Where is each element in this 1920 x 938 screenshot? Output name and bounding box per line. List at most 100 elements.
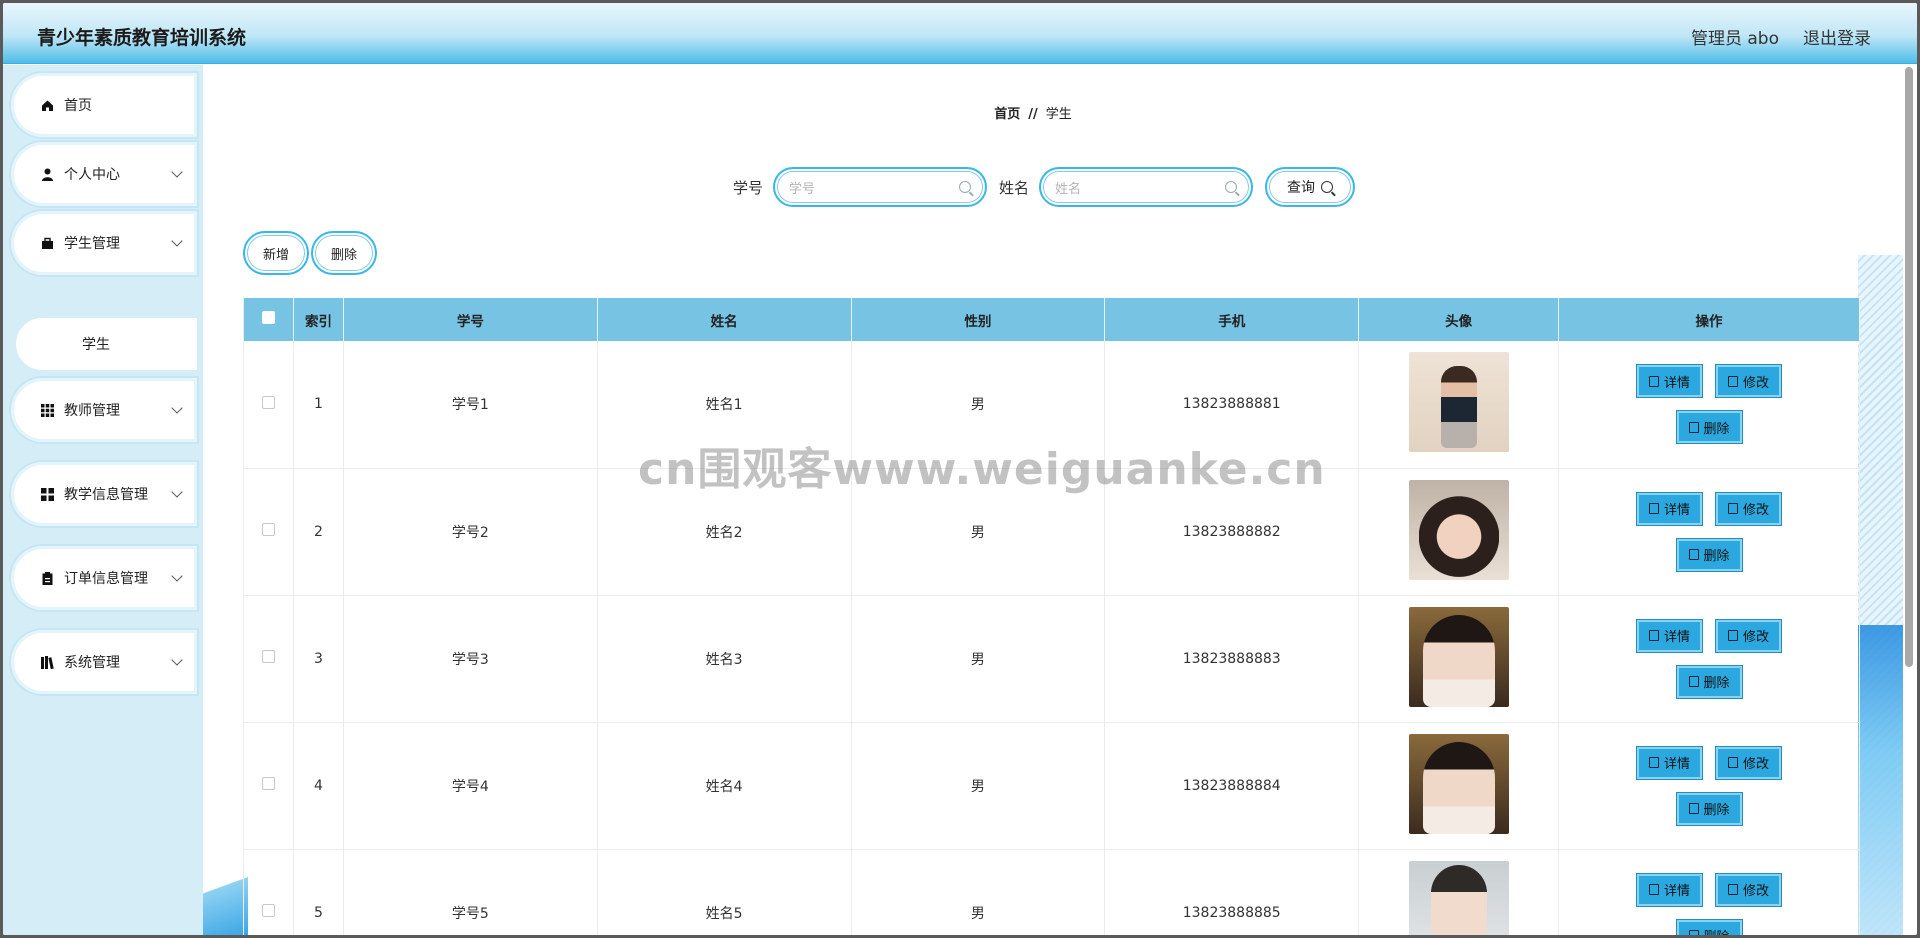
column-header[interactable]: 操作 bbox=[1558, 298, 1860, 341]
row-checkbox[interactable] bbox=[261, 650, 275, 663]
delete-button[interactable]: 删除 bbox=[1675, 410, 1743, 445]
row-checkbox[interactable] bbox=[261, 523, 275, 536]
column-header[interactable]: 头像 bbox=[1358, 298, 1560, 341]
vertical-scrollbar[interactable] bbox=[1905, 67, 1913, 667]
apps-icon bbox=[41, 487, 54, 501]
column-header[interactable]: 索引 bbox=[293, 298, 344, 341]
column-header[interactable]: 手机 bbox=[1104, 298, 1360, 341]
logout-link[interactable]: 退出登录 bbox=[1803, 24, 1871, 49]
clipboard-icon bbox=[41, 571, 54, 585]
detail-button[interactable]: 详情 bbox=[1636, 491, 1704, 526]
student-table: 索引 学号 姓名 性别 手机 头像 操作 1 学号1 姓名1 男 1382388… bbox=[243, 298, 1860, 935]
row-checkbox[interactable] bbox=[261, 395, 275, 409]
sidebar-item-profile[interactable]: 个人中心 bbox=[11, 142, 197, 206]
delete-button[interactable]: 删除 bbox=[1675, 537, 1743, 572]
detail-button[interactable]: 详情 bbox=[1636, 618, 1704, 653]
sidebar-item-student-mgmt[interactable]: 学生管理 bbox=[11, 211, 197, 275]
breadcrumb-separator: // bbox=[1028, 107, 1038, 122]
delete-button[interactable]: 删除 bbox=[1675, 918, 1743, 935]
row-checkbox[interactable] bbox=[261, 777, 275, 790]
detail-label: 详情 bbox=[1664, 757, 1691, 772]
edit-button[interactable]: 修改 bbox=[1715, 745, 1783, 780]
detail-label: 详情 bbox=[1664, 503, 1691, 518]
cell-student-id: 学号2 bbox=[343, 468, 598, 596]
edit-button[interactable]: 修改 bbox=[1715, 618, 1783, 653]
sidebar-item-teaching-info[interactable]: 教学信息管理 bbox=[11, 462, 197, 526]
current-user-label[interactable]: 管理员 abo bbox=[1691, 24, 1779, 49]
row-actions: 详情 修改 删除 bbox=[1624, 491, 1794, 572]
avatar[interactable] bbox=[1408, 479, 1509, 580]
cell-name: 姓名3 bbox=[597, 595, 852, 723]
sidebar-item-system[interactable]: 系统管理 bbox=[11, 630, 197, 694]
avatar[interactable] bbox=[1408, 860, 1509, 935]
avatar[interactable] bbox=[1408, 352, 1509, 453]
sidebar-subitem-student[interactable]: 学生 bbox=[16, 318, 197, 370]
detail-button[interactable]: 详情 bbox=[1636, 745, 1704, 780]
delete-button[interactable]: 删除 bbox=[1675, 791, 1743, 826]
cell-index: 1 bbox=[293, 341, 344, 469]
detail-label: 详情 bbox=[1664, 884, 1691, 899]
select-all-checkbox[interactable] bbox=[261, 311, 275, 324]
delete-label: 删除 bbox=[1703, 803, 1730, 818]
search-bar: 学号 学号 姓名 姓名 查询 bbox=[733, 167, 1356, 207]
column-header[interactable]: 性别 bbox=[851, 298, 1106, 341]
delete-button[interactable]: 删除 bbox=[1675, 664, 1743, 699]
sidebar-item-teacher-mgmt[interactable]: 教师管理 bbox=[11, 378, 197, 442]
action-buttons: 新增 删除 bbox=[243, 231, 377, 275]
sidebar-item-label: 教师管理 bbox=[64, 403, 120, 419]
cell-name: 姓名4 bbox=[597, 722, 852, 850]
cell-index: 4 bbox=[293, 722, 344, 850]
cell-index: 3 bbox=[293, 595, 344, 723]
document-icon bbox=[1649, 503, 1659, 514]
detail-button[interactable]: 详情 bbox=[1636, 364, 1704, 399]
name-label: 姓名 bbox=[999, 178, 1030, 197]
row-checkbox[interactable] bbox=[261, 904, 275, 917]
detail-label: 详情 bbox=[1664, 375, 1691, 391]
name-input[interactable]: 姓名 bbox=[1039, 167, 1254, 207]
sidebar-item-label: 个人中心 bbox=[64, 167, 120, 183]
avatar[interactable] bbox=[1408, 733, 1509, 834]
trash-icon bbox=[1688, 930, 1699, 935]
home-icon bbox=[41, 99, 54, 112]
edit-button[interactable]: 修改 bbox=[1715, 491, 1783, 526]
sidebar-item-label: 学生管理 bbox=[64, 236, 120, 252]
column-header[interactable]: 姓名 bbox=[597, 298, 852, 341]
select-all-cell bbox=[243, 298, 294, 341]
cell-phone: 13823888884 bbox=[1104, 722, 1360, 850]
cell-gender: 男 bbox=[851, 595, 1106, 723]
sidebar-item-order-info[interactable]: 订单信息管理 bbox=[11, 546, 197, 610]
main-content: 首页//学生 学号 学号 姓名 姓名 查询 新增 删除 索引 学号 姓名 性别 … bbox=[203, 65, 1903, 935]
query-button[interactable]: 查询 bbox=[1265, 167, 1356, 207]
cell-student-id: 学号5 bbox=[343, 849, 598, 935]
query-button-label: 查询 bbox=[1287, 180, 1316, 196]
avatar[interactable] bbox=[1408, 606, 1509, 707]
header-actions: 管理员 abo 退出登录 bbox=[1691, 24, 1871, 49]
edit-button[interactable]: 修改 bbox=[1715, 364, 1783, 399]
cell-index: 2 bbox=[293, 468, 344, 596]
table-row: 5 学号5 姓名5 男 13823888885 详情 修改 删除 bbox=[243, 849, 1860, 935]
document-icon bbox=[1649, 757, 1659, 768]
cell-phone: 13823888885 bbox=[1104, 849, 1360, 935]
breadcrumb-home[interactable]: 首页 bbox=[994, 107, 1020, 122]
search-icon bbox=[1225, 181, 1238, 193]
search-icon bbox=[959, 181, 972, 193]
cell-gender: 男 bbox=[851, 849, 1106, 935]
sidebar-item-home[interactable]: 首页 bbox=[11, 73, 197, 137]
detail-button[interactable]: 详情 bbox=[1636, 872, 1704, 907]
edit-button[interactable]: 修改 bbox=[1715, 872, 1783, 907]
student-id-input[interactable]: 学号 bbox=[773, 167, 988, 207]
table-row: 3 学号3 姓名3 男 13823888883 详情 修改 删除 bbox=[243, 595, 1860, 723]
batch-delete-button[interactable]: 删除 bbox=[311, 231, 377, 275]
detail-label: 详情 bbox=[1664, 630, 1691, 645]
name-placeholder: 姓名 bbox=[1055, 181, 1082, 197]
chevron-down-icon bbox=[171, 654, 183, 666]
add-button[interactable]: 新增 bbox=[243, 231, 309, 275]
delete-label: 删除 bbox=[1703, 421, 1730, 437]
cell-student-id: 学号3 bbox=[343, 595, 598, 723]
edit-label: 修改 bbox=[1743, 375, 1770, 391]
document-icon bbox=[1649, 884, 1659, 895]
cell-phone: 13823888883 bbox=[1104, 595, 1360, 723]
sidebar-item-label: 系统管理 bbox=[64, 655, 120, 671]
column-header[interactable]: 学号 bbox=[343, 298, 598, 341]
sidebar-item-label: 教学信息管理 bbox=[64, 487, 148, 503]
